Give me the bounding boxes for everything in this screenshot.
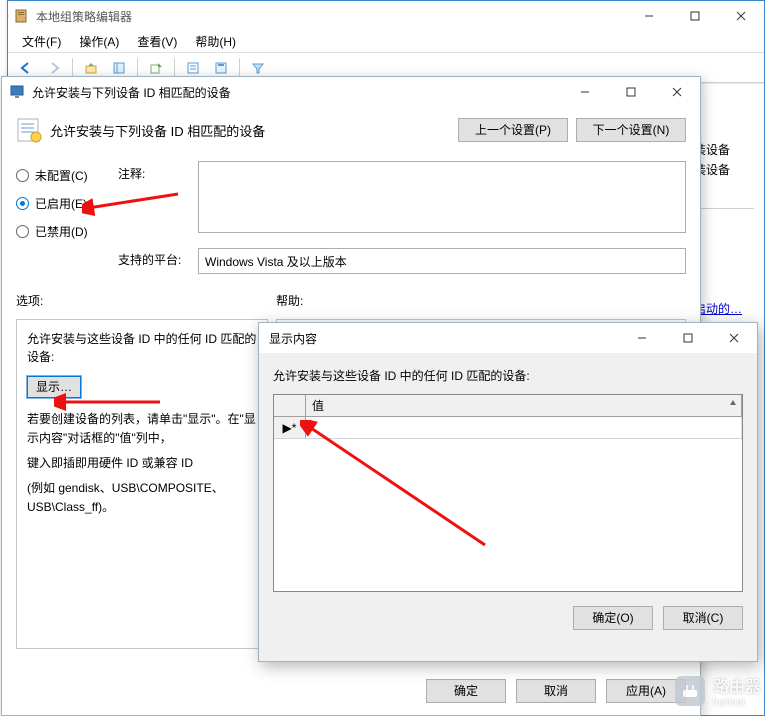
book-icon: [14, 8, 30, 24]
help-label: 帮助:: [276, 292, 686, 309]
prev-setting-button[interactable]: 上一个设置(P): [458, 118, 568, 142]
settings-header-row: 允许安装与下列设备 ID 相匹配的设备 上一个设置(P) 下一个设置(N): [16, 117, 686, 143]
help-paragraph-3: (例如 gendisk、USB\COMPOSITE、USB\Class_ff)。: [27, 479, 257, 517]
value-grid[interactable]: 值 ▶*: [273, 394, 743, 592]
separator: [239, 58, 240, 78]
comment-textarea[interactable]: [198, 161, 686, 233]
platform-value: Windows Vista 及以上版本: [205, 253, 347, 270]
show-ok-button[interactable]: 确定(O): [573, 606, 653, 630]
cancel-button[interactable]: 取消: [516, 679, 596, 703]
radio-label-disabled: 已禁用(D): [35, 223, 88, 240]
next-setting-button[interactable]: 下一个设置(N): [576, 118, 686, 142]
watermark-small: luyouqi: [713, 697, 761, 708]
maximize-button[interactable]: [672, 1, 718, 31]
list-label: 允许安装与这些设备 ID 中的任何 ID 匹配的设备:: [27, 330, 257, 366]
show-close[interactable]: [711, 323, 757, 353]
settings-close[interactable]: [654, 77, 700, 107]
radio-not-configured[interactable]: 未配置(C): [16, 161, 106, 189]
right-link-3[interactable]: 启动的…: [694, 299, 754, 319]
menu-view[interactable]: 查看(V): [129, 31, 185, 52]
ok-button[interactable]: 确定: [426, 679, 506, 703]
show-minimize[interactable]: [619, 323, 665, 353]
radio-enabled[interactable]: 已启用(E): [16, 189, 106, 217]
show-title: 显示内容: [269, 330, 619, 347]
show-titlebar: 显示内容: [259, 323, 757, 353]
show-button[interactable]: 显示…: [27, 376, 81, 398]
radio-dot-icon: [16, 225, 29, 238]
row-marker: ▶*: [274, 417, 306, 438]
options-label: 选项:: [16, 292, 276, 309]
grid-body: ▶*: [274, 417, 742, 591]
radio-disabled[interactable]: 已禁用(D): [16, 217, 106, 245]
router-icon: [675, 676, 705, 706]
gpe-title: 本地组策略编辑器: [36, 8, 626, 25]
sort-asc-icon: [729, 399, 737, 407]
minimize-button[interactable]: [626, 1, 672, 31]
menu-file[interactable]: 文件(F): [14, 31, 69, 52]
settings-maximize[interactable]: [608, 77, 654, 107]
show-label: 允许安装与这些设备 ID 中的任何 ID 匹配的设备:: [273, 367, 743, 384]
right-link-2[interactable]: 装设备: [694, 160, 754, 180]
menu-action[interactable]: 操作(A): [71, 31, 127, 52]
right-side-links: 装设备 装设备 启动的…: [694, 140, 754, 319]
grid-new-row[interactable]: ▶*: [274, 417, 742, 439]
radio-dot-icon: [16, 197, 29, 210]
show-maximize[interactable]: [665, 323, 711, 353]
comment-label: 注释:: [118, 165, 186, 195]
help-paragraph-2: 键入即插即用硬件 ID 或兼容 ID: [27, 454, 257, 473]
radio-label-enabled: 已启用(E): [35, 195, 87, 212]
settings-titlebar: 允许安装与下列设备 ID 相匹配的设备: [2, 77, 700, 107]
settings-footer: 确定 取消 应用(A): [426, 679, 686, 703]
platform-label: 支持的平台:: [118, 251, 186, 268]
text-column: Windows Vista 及以上版本: [198, 161, 686, 274]
separator: [174, 58, 175, 78]
platform-box: Windows Vista 及以上版本: [198, 248, 686, 274]
list-icon: [16, 117, 42, 143]
right-separator: [694, 208, 754, 209]
col-header-value[interactable]: 值: [306, 395, 742, 416]
right-link-1[interactable]: 装设备: [694, 140, 754, 160]
gpe-titlebar: 本地组策略编辑器: [8, 1, 764, 31]
close-button[interactable]: [718, 1, 764, 31]
settings-header-text: 允许安装与下列设备 ID 相匹配的设备: [50, 121, 450, 140]
show-cancel-button[interactable]: 取消(C): [663, 606, 743, 630]
settings-minimize[interactable]: [562, 77, 608, 107]
watermark: 路由器 luyouqi: [675, 673, 761, 708]
help-paragraph-1: 若要创建设备的列表，请单击"显示"。在"显示内容"对话框的"值"列中，: [27, 410, 257, 448]
menubar: 文件(F) 操作(A) 查看(V) 帮助(H): [8, 31, 764, 53]
radio-label-not-configured: 未配置(C): [35, 167, 88, 184]
col-header-text: 值: [312, 397, 324, 414]
watermark-big: 路由器: [713, 673, 761, 697]
radio-dot-icon: [16, 169, 29, 182]
labels-column: 注释: 支持的平台:: [118, 161, 186, 274]
separator: [137, 58, 138, 78]
row-header-corner: [274, 395, 306, 416]
radio-group: 未配置(C) 已启用(E) 已禁用(D): [16, 161, 106, 274]
options-panel: 允许安装与这些设备 ID 中的任何 ID 匹配的设备: 显示… 若要创建设备的列…: [16, 319, 268, 649]
separator: [72, 58, 73, 78]
monitor-icon: [10, 84, 26, 100]
watermark-text: 路由器 luyouqi: [713, 673, 761, 708]
show-content-dialog: 显示内容 允许安装与这些设备 ID 中的任何 ID 匹配的设备: 值 ▶*: [258, 322, 758, 662]
grid-header: 值: [274, 395, 742, 417]
value-cell[interactable]: [306, 417, 742, 438]
menu-help[interactable]: 帮助(H): [187, 31, 244, 52]
show-footer: 确定(O) 取消(C): [273, 606, 743, 630]
settings-title: 允许安装与下列设备 ID 相匹配的设备: [32, 84, 562, 101]
